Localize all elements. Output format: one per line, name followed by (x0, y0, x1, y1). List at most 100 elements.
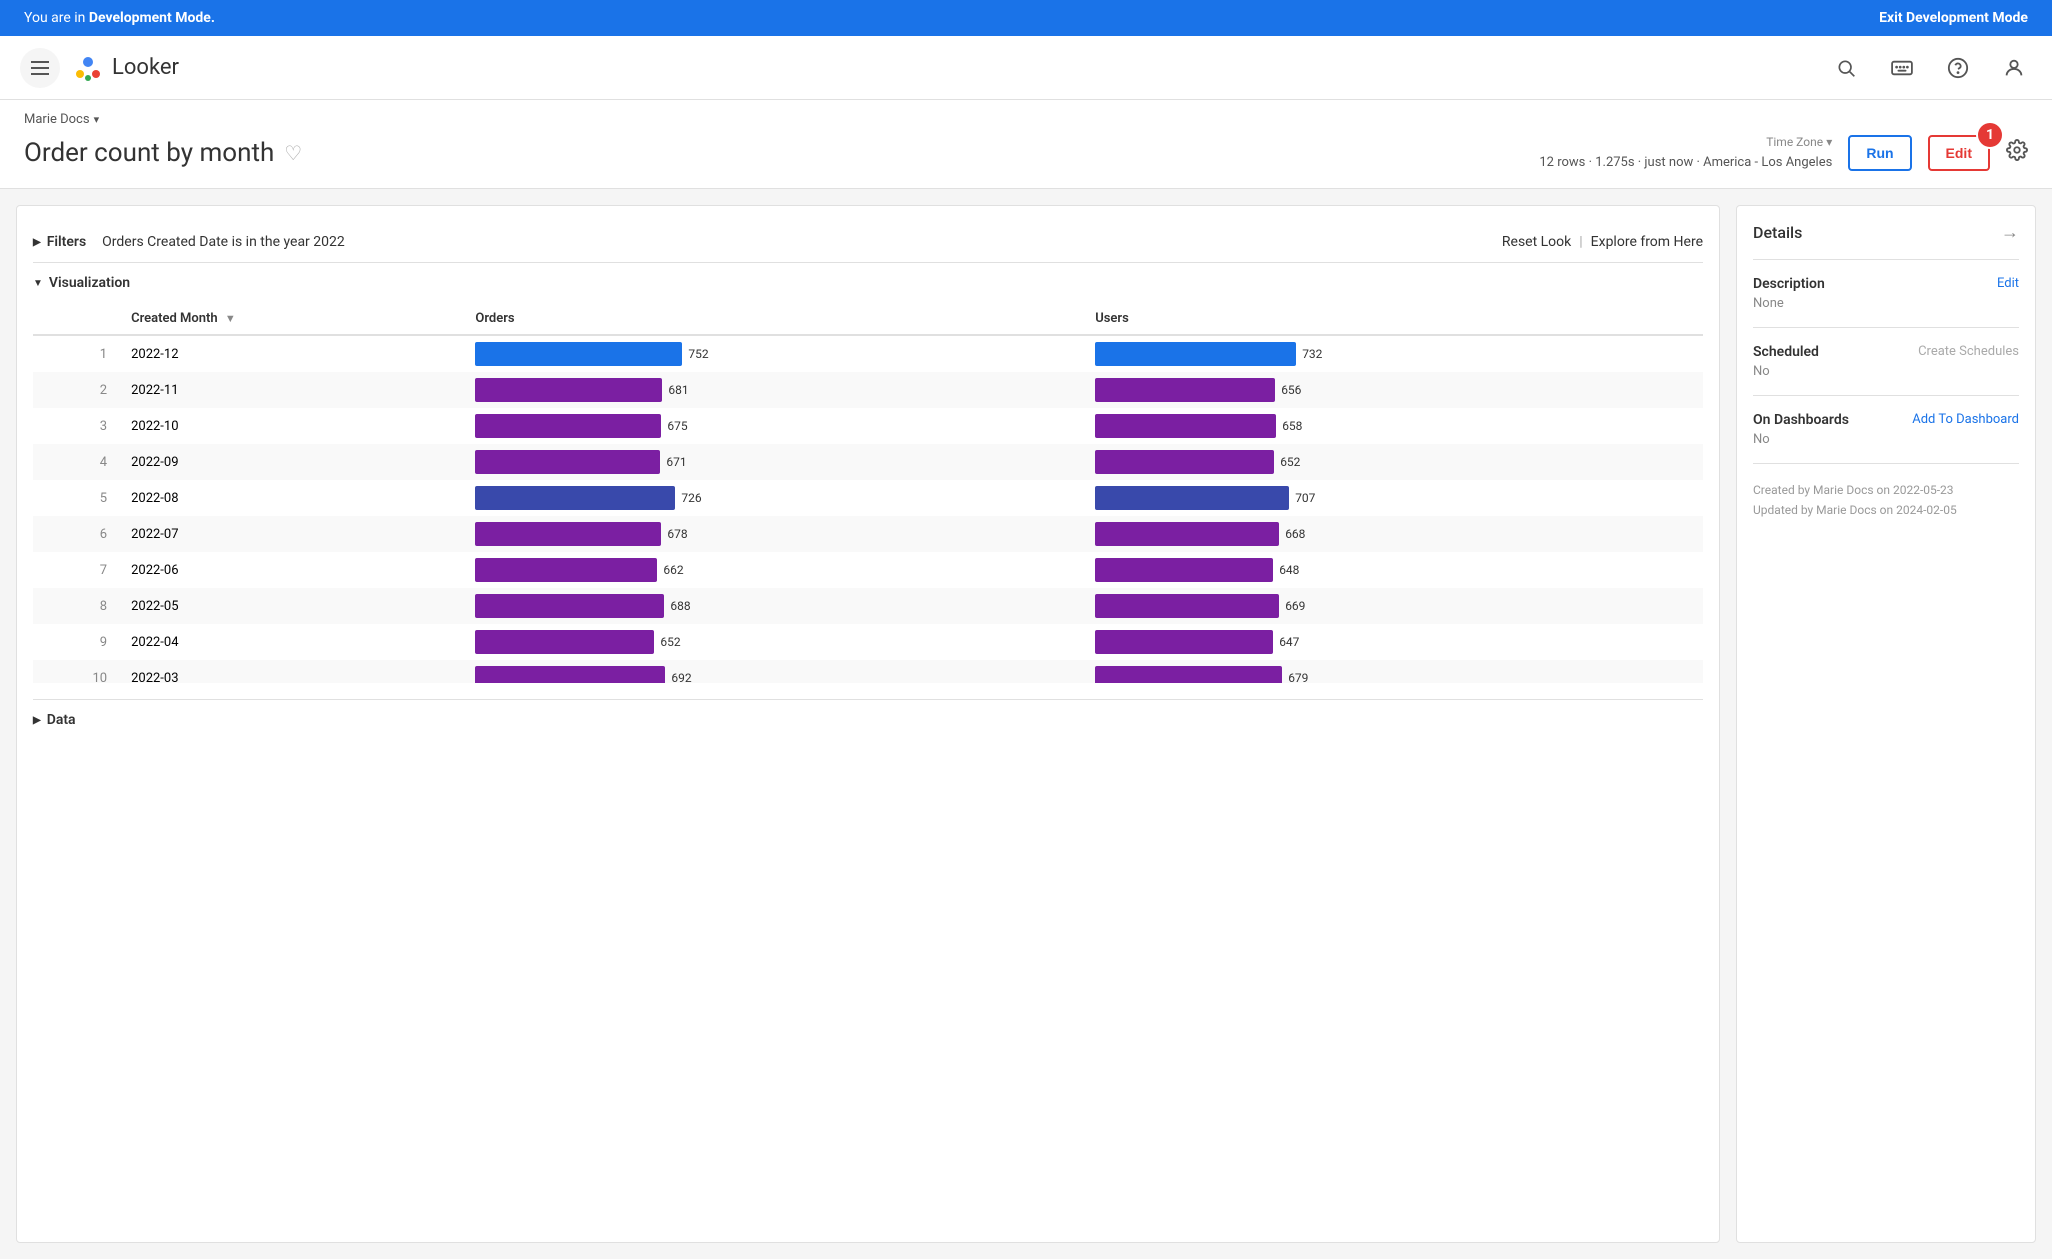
col-header-month[interactable]: Created Month ▼ (119, 303, 463, 335)
data-table: Created Month ▼ Orders Users (33, 303, 1703, 683)
timezone-label: Time Zone ▾ (1539, 133, 1832, 153)
main-content: ▶ Filters Orders Created Date is in the … (0, 189, 2052, 1259)
users-value: 658 (1282, 419, 1302, 433)
sort-arrow-icon: ▼ (225, 312, 236, 325)
filters-chevron-icon: ▶ (33, 237, 41, 248)
cell-month: 2022-06 (119, 552, 463, 588)
users-value: 652 (1280, 455, 1300, 469)
orders-value: 726 (681, 491, 701, 505)
row-number: 2 (33, 372, 119, 408)
help-button[interactable] (1940, 50, 1976, 86)
looker-logo-icon (72, 52, 104, 84)
reset-look-link[interactable]: Reset Look (1502, 234, 1571, 250)
breadcrumb-chevron-icon: ▾ (94, 113, 100, 126)
favorite-icon[interactable]: ♡ (284, 141, 302, 165)
users-value: 648 (1279, 563, 1299, 577)
table-row: 8 2022-05 688 669 (33, 588, 1703, 624)
search-button[interactable] (1828, 50, 1864, 86)
gear-icon (2006, 139, 2028, 161)
run-button[interactable]: Run (1848, 135, 1911, 171)
cell-users: 679 (1083, 660, 1703, 683)
exit-dev-mode-button[interactable]: Exit Development Mode (1879, 10, 2028, 26)
meta-info: Time Zone ▾ 12 rows · 1.275s · just now … (1539, 133, 1832, 172)
cell-month: 2022-09 (119, 444, 463, 480)
cell-users: 652 (1083, 444, 1703, 480)
visualization-toggle[interactable]: ▼ Visualization (33, 275, 1703, 291)
cell-orders: 688 (463, 588, 1083, 624)
users-bar (1095, 450, 1274, 474)
users-value: 679 (1288, 671, 1308, 683)
table-row: 5 2022-08 726 707 (33, 480, 1703, 516)
users-bar (1095, 522, 1279, 546)
filter-links: Reset Look | Explore from Here (1502, 234, 1703, 250)
orders-bar (475, 594, 664, 618)
cell-orders: 752 (463, 335, 1083, 372)
explore-from-here-link[interactable]: Explore from Here (1591, 234, 1703, 250)
row-number: 6 (33, 516, 119, 552)
users-value: 669 (1285, 599, 1305, 613)
nav-icons (1828, 50, 2032, 86)
orders-bar (475, 342, 682, 366)
details-header: Details → (1753, 222, 2019, 260)
cell-month: 2022-03 (119, 660, 463, 683)
data-toggle[interactable]: ▶ Data (33, 712, 1703, 728)
keyboard-shortcut-button[interactable] (1884, 50, 1920, 86)
title-row: Order count by month ♡ Time Zone ▾ 12 ro… (24, 133, 2028, 172)
orders-value: 681 (668, 383, 688, 397)
cell-users: 707 (1083, 480, 1703, 516)
description-value: None (1753, 296, 2019, 311)
cell-orders: 652 (463, 624, 1083, 660)
cell-orders: 681 (463, 372, 1083, 408)
add-to-dashboard-link[interactable]: Add To Dashboard (1912, 412, 2019, 427)
title-actions: Time Zone ▾ 12 rows · 1.275s · just now … (1539, 133, 2028, 172)
details-navigate-icon[interactable]: → (2001, 222, 2019, 243)
users-bar (1095, 414, 1276, 438)
users-value: 656 (1281, 383, 1301, 397)
dev-banner-text: You are in Development Mode. (24, 10, 215, 26)
users-value: 668 (1285, 527, 1305, 541)
orders-value: 671 (666, 455, 686, 469)
users-bar (1095, 558, 1273, 582)
breadcrumb[interactable]: Marie Docs ▾ (24, 112, 2028, 127)
cell-orders: 726 (463, 480, 1083, 516)
orders-value: 652 (660, 635, 680, 649)
run-meta: 12 rows · 1.275s · just now · America - … (1539, 153, 1832, 173)
user-profile-button[interactable] (1996, 50, 2032, 86)
row-number: 8 (33, 588, 119, 624)
cell-month: 2022-08 (119, 480, 463, 516)
data-chevron-icon: ▶ (33, 715, 41, 726)
row-number: 1 (33, 335, 119, 372)
description-label: Description (1753, 276, 1825, 292)
filters-toggle[interactable]: ▶ Filters (33, 234, 86, 250)
cell-users: 647 (1083, 624, 1703, 660)
users-bar (1095, 342, 1296, 366)
row-number: 9 (33, 624, 119, 660)
orders-bar (475, 666, 665, 683)
hamburger-button[interactable] (20, 48, 60, 88)
visualization-section: ▼ Visualization Created Month ▼ (33, 263, 1703, 695)
data-table-container[interactable]: Created Month ▼ Orders Users (33, 303, 1703, 683)
description-row: Description Edit None (1753, 260, 2019, 328)
created-by-text: Created by Marie Docs on 2022-05-23 (1753, 480, 2019, 500)
details-title: Details (1753, 223, 1802, 242)
description-edit-link[interactable]: Edit (1997, 276, 2019, 291)
data-section: ▶ Data (33, 699, 1703, 740)
users-bar (1095, 630, 1273, 654)
table-row: 10 2022-03 692 679 (33, 660, 1703, 683)
cell-users: 668 (1083, 516, 1703, 552)
scheduled-row: Scheduled Create Schedules No (1753, 328, 2019, 396)
settings-button[interactable] (2006, 139, 2028, 167)
cell-month: 2022-12 (119, 335, 463, 372)
users-bar (1095, 486, 1289, 510)
create-schedules-link[interactable]: Create Schedules (1918, 344, 2019, 359)
orders-bar (475, 414, 661, 438)
scheduled-value: No (1753, 364, 2019, 379)
viz-chevron-icon: ▼ (33, 278, 43, 289)
top-nav: Looker (0, 36, 2052, 100)
orders-bar (475, 486, 675, 510)
orders-value: 675 (667, 419, 687, 433)
filter-text: Orders Created Date is in the year 2022 (102, 234, 1486, 250)
table-row: 4 2022-09 671 652 (33, 444, 1703, 480)
logo-text: Looker (112, 55, 179, 80)
cell-orders: 692 (463, 660, 1083, 683)
